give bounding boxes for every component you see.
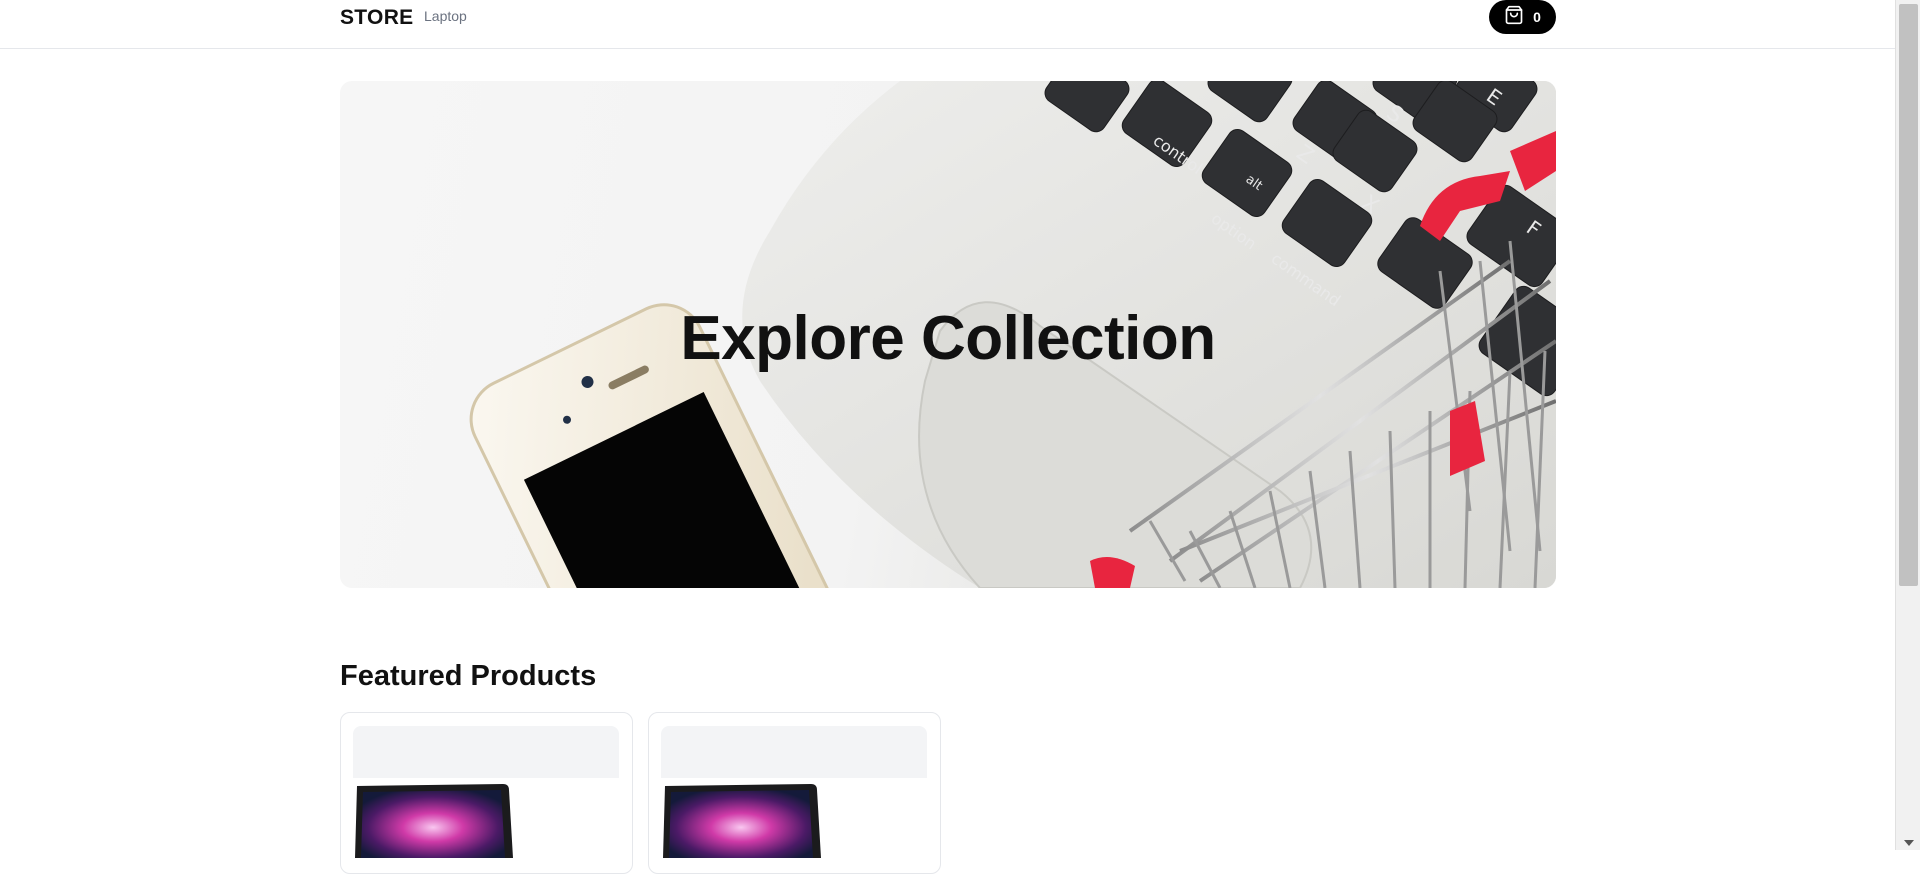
laptop-image xyxy=(663,784,821,858)
hero-title: Explore Collection xyxy=(680,304,1216,373)
top-navbar: STORE Laptop 0 xyxy=(0,0,1895,49)
page-scrollbar[interactable] xyxy=(1895,0,1920,850)
cart-count: 0 xyxy=(1533,9,1541,25)
product-image-background xyxy=(661,726,927,778)
brand-logo[interactable]: STORE xyxy=(340,6,413,30)
hero-banner: control option alt command Z X S E F Exp… xyxy=(340,81,1556,588)
featured-products-heading: Featured Products xyxy=(340,660,597,692)
cart-button[interactable]: 0 xyxy=(1489,0,1556,34)
scrollbar-thumb[interactable] xyxy=(1899,4,1918,586)
product-image-background xyxy=(353,726,619,778)
shopping-bag-icon xyxy=(1504,5,1524,30)
laptop-image xyxy=(355,784,513,858)
scroll-down-arrow-icon[interactable] xyxy=(1904,840,1914,846)
nav-link-laptop[interactable]: Laptop xyxy=(424,8,467,24)
